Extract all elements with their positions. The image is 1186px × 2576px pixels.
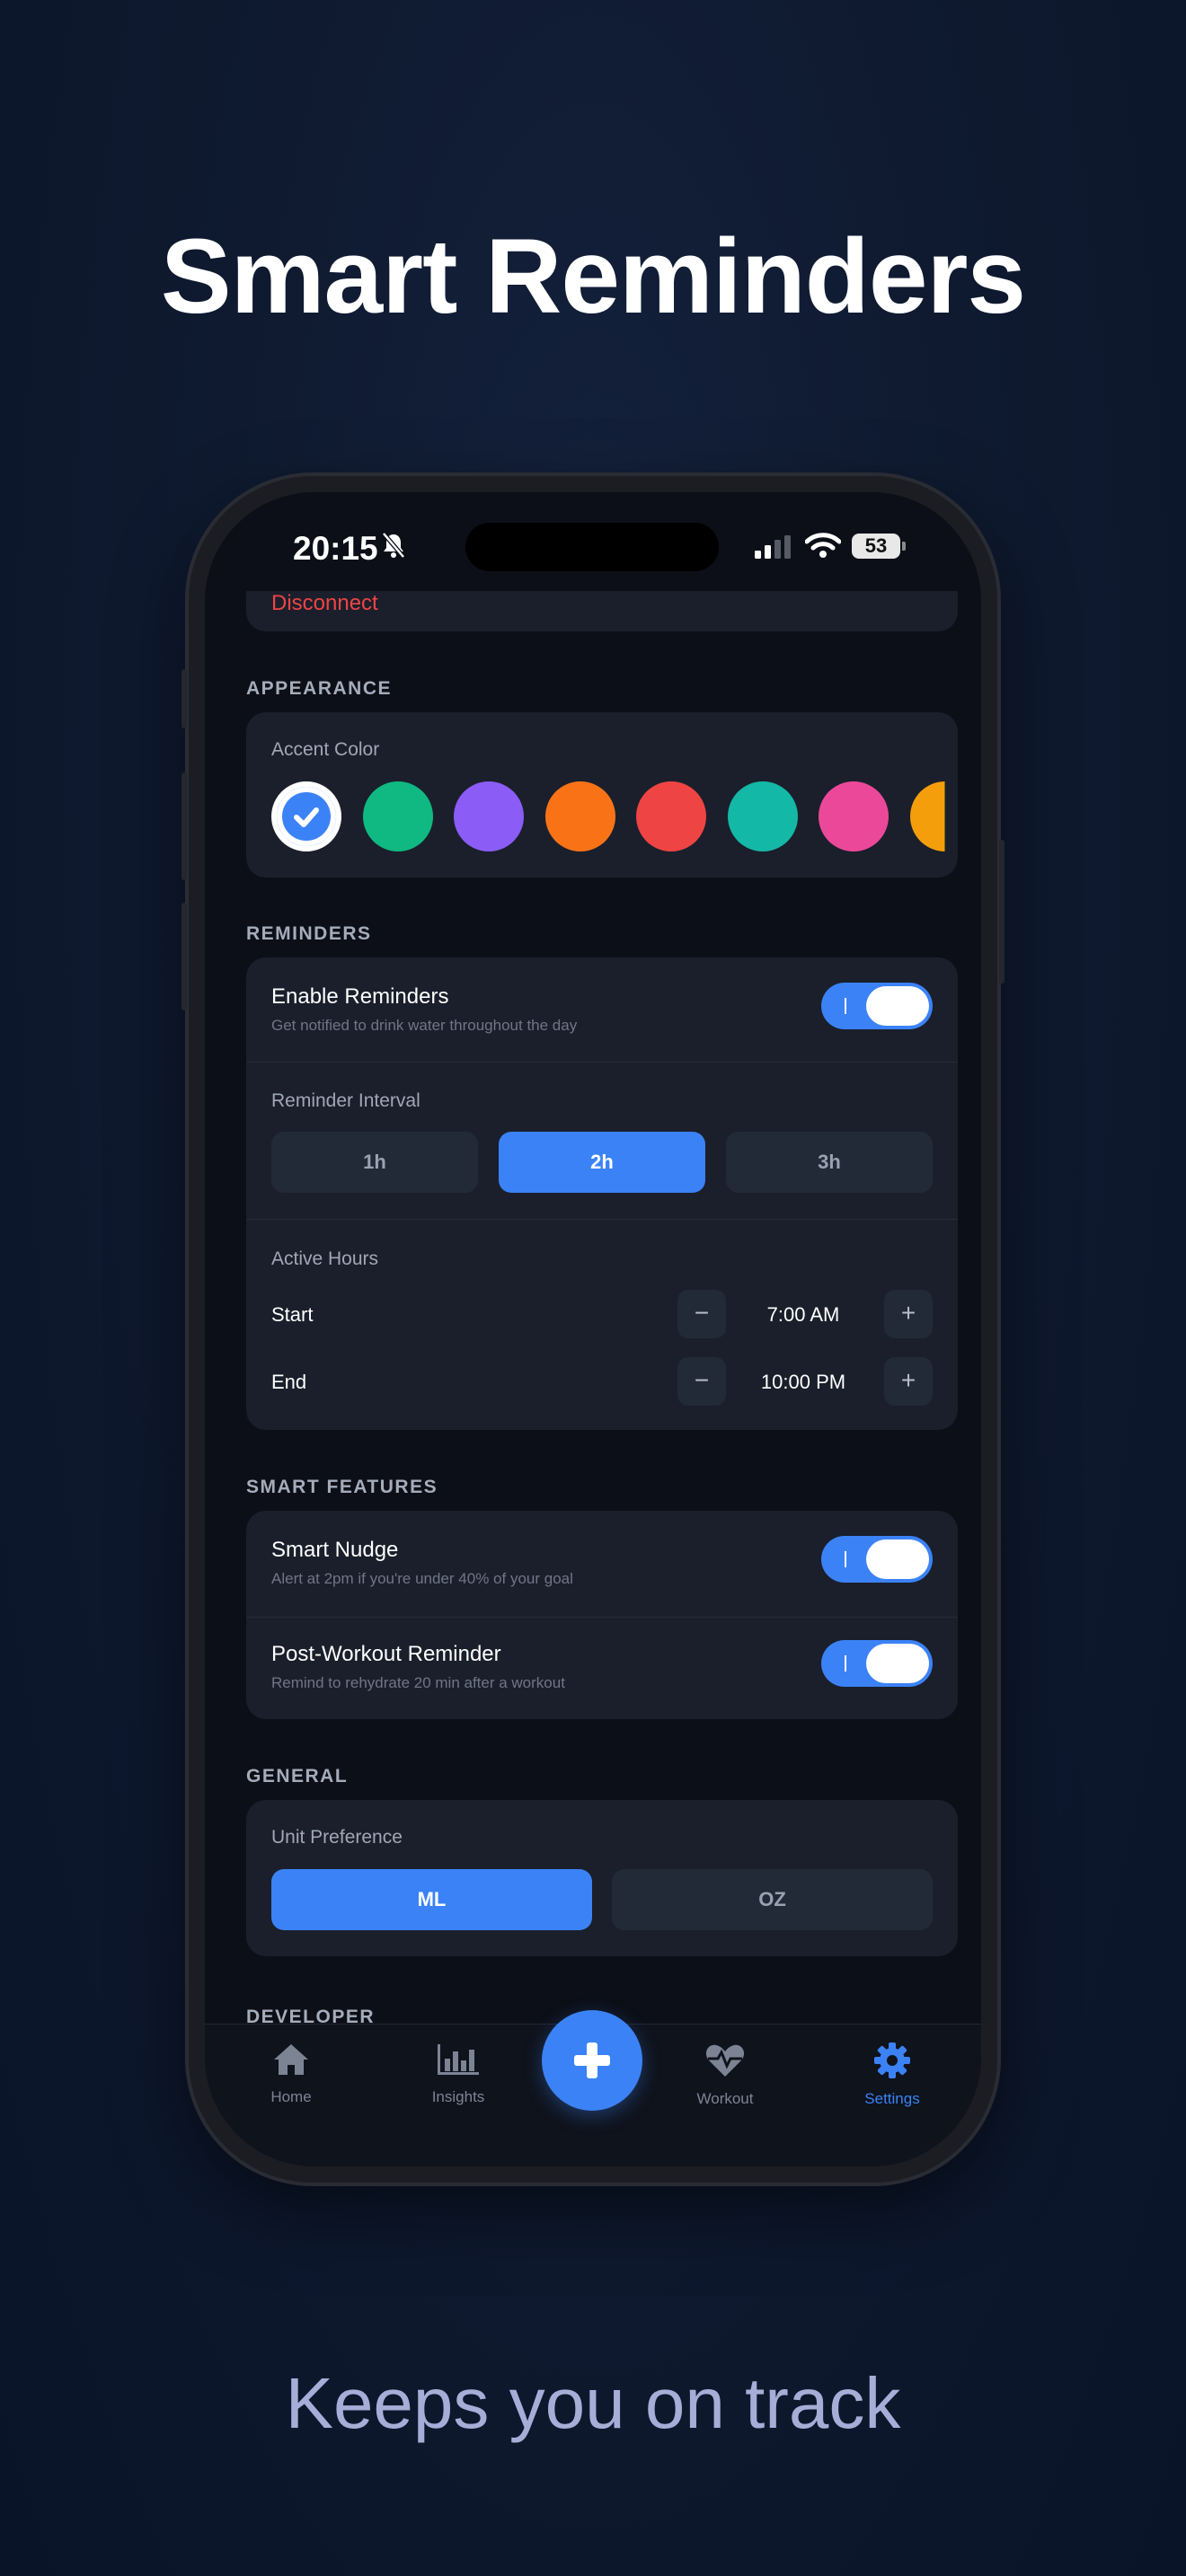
- accent-swatch[interactable]: [819, 781, 889, 851]
- wifi-icon: [805, 533, 841, 558]
- appearance-card: Accent Color: [246, 712, 958, 878]
- phone-frame: Disconnect APPEARANCE Accent Color REMIN…: [181, 476, 1005, 2183]
- end-increment-button[interactable]: +: [884, 1357, 933, 1406]
- accent-swatch[interactable]: [544, 781, 615, 851]
- dynamic-island: [465, 523, 719, 571]
- smart-nudge-toggle[interactable]: [821, 1536, 933, 1583]
- phone-screen: Disconnect APPEARANCE Accent Color REMIN…: [205, 492, 981, 2166]
- tab-workout[interactable]: Workout: [671, 2042, 779, 2108]
- post-workout-desc: Remind to rehydrate 20 min after a worko…: [271, 1674, 565, 1691]
- end-decrement-button[interactable]: −: [677, 1357, 726, 1406]
- toggle-on-mark: [845, 998, 846, 1014]
- accent-swatch[interactable]: [362, 781, 433, 851]
- gear-icon: [874, 2042, 910, 2078]
- plus-icon-vertical: [587, 2042, 597, 2078]
- accent-color-label: Accent Color: [271, 739, 380, 760]
- tab-home-label: Home: [270, 2088, 312, 2105]
- general-card: Unit Preference ML OZ: [246, 1800, 958, 1956]
- interval-option-2h[interactable]: 2h: [499, 1132, 705, 1193]
- accent-swatch[interactable]: [636, 781, 706, 851]
- interval-option-1h[interactable]: 1h: [271, 1132, 478, 1193]
- interval-option-3h[interactable]: 3h: [726, 1132, 933, 1193]
- toggle-on-mark: [845, 1551, 846, 1567]
- enable-reminders-title: Enable Reminders: [271, 984, 449, 1009]
- power-button: [999, 840, 1005, 984]
- heart-pulse-icon: [705, 2044, 745, 2077]
- start-decrement-button[interactable]: −: [677, 1290, 726, 1338]
- unit-option-ml[interactable]: ML: [271, 1869, 592, 1930]
- divider: [246, 1219, 958, 1220]
- section-label-appearance: APPEARANCE: [246, 678, 393, 699]
- subline: Keeps you on track: [285, 2363, 901, 2443]
- checkmark-icon: [294, 807, 319, 827]
- section-label-general: GENERAL: [246, 1766, 349, 1786]
- toggle-knob: [866, 986, 929, 1026]
- reminder-interval-label: Reminder Interval: [271, 1090, 420, 1111]
- settings-content: Disconnect APPEARANCE Accent Color REMIN…: [205, 492, 981, 2027]
- toggle-knob: [866, 1539, 929, 1579]
- status-bar: 20:15 53: [205, 492, 981, 591]
- disconnect-button[interactable]: Disconnect: [271, 591, 378, 616]
- smart-nudge-title: Smart Nudge: [271, 1538, 399, 1562]
- status-time: 20:15: [293, 530, 378, 567]
- home-icon: [274, 2044, 308, 2075]
- chart-bar-icon: [438, 2044, 479, 2075]
- enable-reminders-toggle[interactable]: [821, 983, 933, 1029]
- start-time-value: 7:00 AM: [766, 1303, 840, 1326]
- start-increment-button[interactable]: +: [884, 1290, 933, 1338]
- volume-up-button: [181, 772, 187, 880]
- enable-reminders-desc: Get notified to drink water throughout t…: [271, 1017, 578, 1034]
- toggle-on-mark: [845, 1655, 846, 1672]
- active-hours-label: Active Hours: [271, 1248, 379, 1269]
- accent-swatch[interactable]: [271, 781, 341, 851]
- tab-settings-label: Settings: [864, 2090, 920, 2107]
- divider: [246, 1062, 958, 1063]
- accent-swatch[interactable]: [909, 781, 945, 851]
- toggle-knob: [866, 1644, 929, 1683]
- tab-home[interactable]: Home: [237, 2042, 345, 2106]
- divider: [246, 1617, 958, 1618]
- add-water-button[interactable]: [542, 2010, 642, 2111]
- post-workout-toggle[interactable]: [821, 1640, 933, 1687]
- bell-slash-icon: [382, 532, 405, 559]
- tab-settings[interactable]: Settings: [838, 2042, 946, 2108]
- cellular-signal-icon: [755, 535, 791, 559]
- battery-icon: 53: [852, 534, 900, 559]
- battery-tip: [902, 542, 906, 551]
- end-time-value: 10:00 PM: [760, 1371, 846, 1393]
- action-button: [181, 669, 187, 728]
- smart-features-card: Smart Nudge Alert at 2pm if you're under…: [246, 1511, 958, 1719]
- headline: Smart Reminders: [160, 217, 1026, 336]
- start-label: Start: [271, 1303, 314, 1326]
- accent-swatch[interactable]: [454, 781, 524, 851]
- unit-preference-label: Unit Preference: [271, 1827, 403, 1848]
- reminders-card: Enable Reminders Get notified to drink w…: [246, 957, 958, 1430]
- accent-swatch[interactable]: [727, 781, 798, 851]
- section-label-smart-features: SMART FEATURES: [246, 1477, 438, 1497]
- tab-insights[interactable]: Insights: [404, 2042, 512, 2106]
- smart-nudge-desc: Alert at 2pm if you're under 40% of your…: [271, 1570, 573, 1587]
- section-label-reminders: REMINDERS: [246, 923, 372, 944]
- tab-workout-label: Workout: [696, 2090, 754, 2107]
- end-label: End: [271, 1371, 307, 1393]
- post-workout-title: Post-Workout Reminder: [271, 1642, 501, 1666]
- volume-down-button: [181, 903, 187, 1010]
- unit-option-oz[interactable]: OZ: [612, 1869, 933, 1930]
- tab-insights-label: Insights: [431, 2088, 485, 2105]
